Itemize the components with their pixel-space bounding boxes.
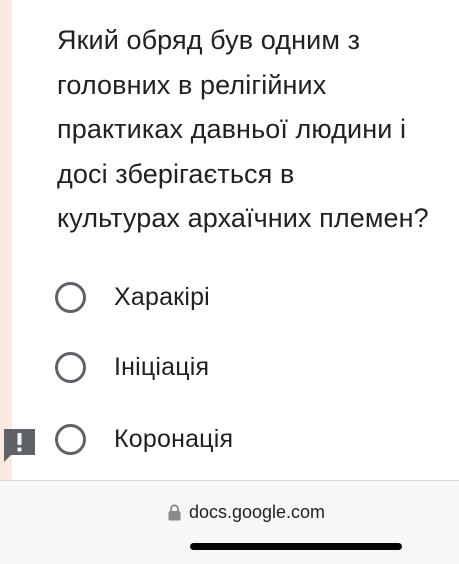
question-line: культурах архаїчних племен?: [57, 203, 429, 234]
question-line: Який обряд був одним з: [57, 25, 361, 55]
home-indicator[interactable]: [190, 543, 402, 550]
option-label: Ініціація: [114, 352, 210, 381]
url-text: docs.google.com: [188, 502, 326, 522]
question-line: головних в релігійних: [57, 69, 327, 100]
question-line: досі зберігається в: [57, 158, 295, 189]
question-text: Який обряд був одним з головних в релігі…: [57, 18, 457, 241]
option-label: Харакірі: [114, 282, 210, 311]
exclamation-icon: [4, 429, 35, 462]
form-accent-strip: [0, 0, 12, 480]
radio-button[interactable]: [55, 281, 86, 313]
url-bar[interactable]: docs.google.com: [0, 502, 459, 526]
radio-button[interactable]: [55, 423, 86, 455]
question-line: практиках давньої людини і: [57, 114, 407, 145]
radio-button[interactable]: [55, 351, 86, 383]
answer-option-initiation[interactable]: Ініціація: [55, 347, 209, 387]
answer-option-coronation[interactable]: Коронація: [55, 419, 233, 459]
lock-icon: [168, 504, 181, 521]
report-problem-button[interactable]: [2, 427, 37, 463]
browser-bottom-bar: docs.google.com: [0, 480, 459, 564]
option-label: Коронація: [114, 424, 234, 453]
answer-option-harakiri[interactable]: Харакірі: [55, 277, 210, 317]
